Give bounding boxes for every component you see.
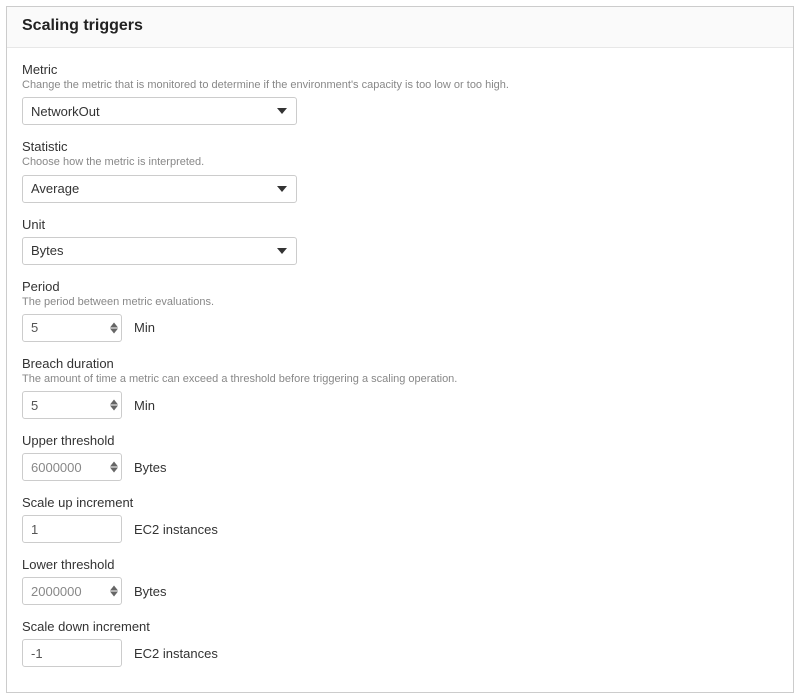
statistic-select-wrap: Average [22,175,297,203]
upper-threshold-input[interactable] [22,453,122,481]
lower-threshold-input[interactable] [22,577,122,605]
spinner-icon[interactable] [110,322,118,333]
upper-threshold-input-wrap [22,453,122,481]
upper-threshold-group: Upper threshold Bytes [22,433,778,481]
statistic-desc: Choose how the metric is interpreted. [22,155,778,169]
scale-down-increment-group: Scale down increment EC2 instances [22,619,778,667]
unit-select[interactable]: Bytes [22,237,297,265]
metric-label: Metric [22,62,778,77]
spinner-icon[interactable] [110,462,118,473]
scale-up-increment-input[interactable] [22,515,122,543]
unit-select-value: Bytes [31,243,64,258]
period-label: Period [22,279,778,294]
period-group: Period The period between metric evaluat… [22,279,778,342]
scale-down-increment-input-wrap [22,639,122,667]
spinner-icon[interactable] [110,586,118,597]
panel-title: Scaling triggers [22,17,778,35]
unit-label: Unit [22,217,778,232]
unit-select-wrap: Bytes [22,237,297,265]
scale-up-increment-unit: EC2 instances [134,522,218,537]
scale-up-increment-label: Scale up increment [22,495,778,510]
scale-up-increment-group: Scale up increment EC2 instances [22,495,778,543]
spinner-icon[interactable] [110,400,118,411]
lower-threshold-input-wrap [22,577,122,605]
breach-duration-input-wrap [22,391,122,419]
upper-threshold-label: Upper threshold [22,433,778,448]
statistic-group: Statistic Choose how the metric is inter… [22,139,778,202]
lower-threshold-label: Lower threshold [22,557,778,572]
scale-up-increment-input-wrap [22,515,122,543]
statistic-label: Statistic [22,139,778,154]
statistic-select[interactable]: Average [22,175,297,203]
period-unit: Min [134,320,155,335]
scale-down-increment-input[interactable] [22,639,122,667]
scale-down-increment-label: Scale down increment [22,619,778,634]
lower-threshold-unit: Bytes [134,584,167,599]
breach-duration-label: Breach duration [22,356,778,371]
metric-desc: Change the metric that is monitored to d… [22,78,778,92]
statistic-select-value: Average [31,181,79,196]
breach-duration-group: Breach duration The amount of time a met… [22,356,778,419]
breach-duration-unit: Min [134,398,155,413]
period-desc: The period between metric evaluations. [22,295,778,309]
panel-body: Metric Change the metric that is monitor… [7,48,793,695]
period-input-wrap [22,314,122,342]
upper-threshold-unit: Bytes [134,460,167,475]
period-input[interactable] [22,314,122,342]
scale-down-increment-unit: EC2 instances [134,646,218,661]
unit-group: Unit Bytes [22,217,778,265]
metric-select[interactable]: NetworkOut [22,97,297,125]
panel-header: Scaling triggers [7,7,793,48]
metric-select-value: NetworkOut [31,104,100,119]
breach-duration-input[interactable] [22,391,122,419]
lower-threshold-group: Lower threshold Bytes [22,557,778,605]
metric-group: Metric Change the metric that is monitor… [22,62,778,125]
metric-select-wrap: NetworkOut [22,97,297,125]
scaling-triggers-panel: Scaling triggers Metric Change the metri… [6,6,794,693]
breach-duration-desc: The amount of time a metric can exceed a… [22,372,778,386]
